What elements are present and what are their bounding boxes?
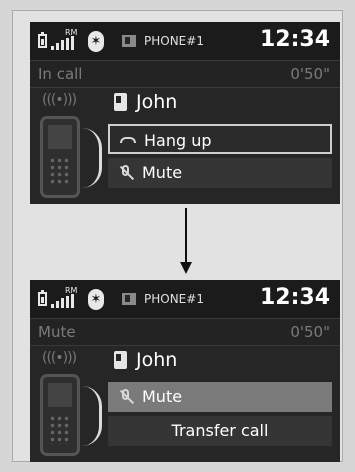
contact-name: John xyxy=(136,349,178,371)
clock: 12:34 xyxy=(259,27,330,52)
roaming-label: RM xyxy=(65,28,78,37)
call-state-label: In call xyxy=(38,65,83,83)
contact-phone-icon xyxy=(114,93,127,111)
contact-phone-icon xyxy=(114,351,127,369)
hang-up-label: Hang up xyxy=(144,131,212,150)
call-state-row: In call 0'50" xyxy=(30,60,340,88)
handset-illustration: (((•))) xyxy=(34,346,110,462)
signal-strength-icon xyxy=(51,36,85,50)
roaming-label: RM xyxy=(65,286,78,295)
bluetooth-icon: ✶ xyxy=(88,289,104,310)
cell-phone-icon xyxy=(40,116,80,198)
mute-screen: RM ✶ PHONE#1 12:34 Mute 0'50" (((•))) Jo… xyxy=(30,280,340,462)
selector-arc xyxy=(82,386,102,446)
call-timer: 0'50" xyxy=(290,65,330,83)
phone-label: PHONE#1 xyxy=(144,34,204,48)
hang-up-option[interactable]: Hang up xyxy=(108,124,332,154)
selector-arc xyxy=(82,128,102,188)
arrow-down-icon xyxy=(180,208,192,276)
phone-icon xyxy=(122,293,136,305)
hang-up-icon xyxy=(120,133,136,149)
mute-option[interactable]: Mute xyxy=(108,158,332,188)
transfer-call-option[interactable]: Transfer call xyxy=(108,416,332,446)
call-timer: 0'50" xyxy=(290,323,330,341)
mute-label: Mute xyxy=(142,163,183,182)
status-icons: RM ✶ xyxy=(38,28,110,52)
mute-icon xyxy=(118,389,135,405)
phone-label: PHONE#1 xyxy=(144,292,204,306)
status-bar: RM ✶ PHONE#1 12:34 xyxy=(30,22,340,60)
status-bar: RM ✶ PHONE#1 12:34 xyxy=(30,280,340,318)
mute-icon xyxy=(118,165,135,181)
clock: 12:34 xyxy=(259,285,330,310)
signal-waves-icon: (((•))) xyxy=(42,350,77,366)
call-state-row: Mute 0'50" xyxy=(30,318,340,346)
phone-icon xyxy=(122,35,136,47)
battery-icon xyxy=(38,32,47,48)
signal-waves-icon: (((•))) xyxy=(42,92,77,108)
bluetooth-icon: ✶ xyxy=(88,31,104,52)
mute-label: Mute xyxy=(142,387,183,406)
transfer-call-label: Transfer call xyxy=(171,421,269,440)
status-icons: RM ✶ xyxy=(38,286,110,310)
mute-option[interactable]: Mute xyxy=(108,382,332,412)
battery-icon xyxy=(38,290,47,306)
signal-strength-icon xyxy=(51,294,85,308)
call-state-label: Mute xyxy=(38,323,76,341)
in-call-screen: RM ✶ PHONE#1 12:34 In call 0'50" (((•)))… xyxy=(30,22,340,204)
contact-name: John xyxy=(136,91,178,113)
cell-phone-icon xyxy=(40,374,80,456)
handset-illustration: (((•))) xyxy=(34,88,110,204)
